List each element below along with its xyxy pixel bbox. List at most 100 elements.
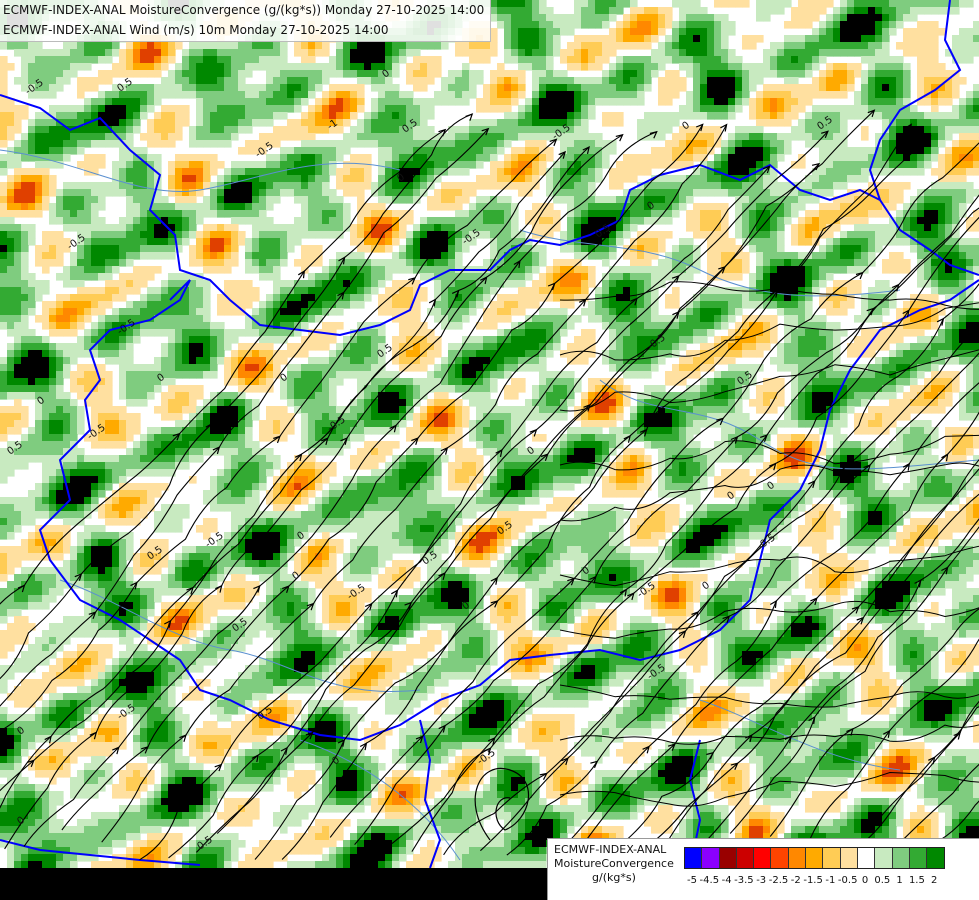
field-cell — [686, 154, 694, 162]
field-cell — [91, 98, 99, 106]
field-cell — [756, 91, 764, 99]
field-cell — [336, 203, 344, 211]
field-cell — [329, 217, 337, 225]
field-cell — [420, 126, 428, 134]
field-cell — [924, 119, 932, 127]
field-cell — [175, 280, 183, 288]
field-cell — [700, 147, 708, 155]
field-cell — [322, 154, 330, 162]
field-cell — [231, 56, 239, 64]
field-cell — [84, 217, 92, 225]
field-cell — [434, 287, 442, 295]
field-cell — [427, 77, 435, 85]
field-cell — [77, 84, 85, 92]
field-cell — [273, 126, 281, 134]
field-cell — [630, 70, 638, 78]
field-cell — [539, 217, 547, 225]
field-cell — [70, 42, 78, 50]
field-cell — [259, 252, 267, 260]
field-cell — [770, 224, 778, 232]
field-cell — [798, 7, 806, 15]
field-cell — [609, 28, 617, 36]
field-cell — [112, 140, 120, 148]
field-cell — [252, 210, 260, 218]
field-cell — [658, 126, 666, 134]
field-cell — [301, 77, 309, 85]
field-cell — [973, 259, 979, 267]
field-cell — [840, 252, 848, 260]
field-cell — [588, 63, 596, 71]
field-cell — [399, 294, 407, 302]
field-cell — [56, 189, 64, 197]
field-cell — [784, 140, 792, 148]
field-cell — [189, 175, 197, 183]
field-cell — [665, 189, 673, 197]
field-cell — [413, 224, 421, 232]
field-cell — [238, 203, 246, 211]
field-cell — [903, 0, 911, 8]
field-cell — [217, 119, 225, 127]
field-cell — [189, 77, 197, 85]
field-cell — [287, 224, 295, 232]
field-cell — [679, 63, 687, 71]
field-cell — [700, 28, 708, 36]
field-cell — [854, 280, 862, 288]
field-cell — [70, 203, 78, 211]
field-cell — [350, 280, 358, 288]
field-cell — [112, 231, 120, 239]
field-cell — [910, 224, 918, 232]
field-cell — [259, 301, 267, 309]
field-cell — [875, 98, 883, 106]
field-cell — [196, 112, 204, 120]
field-cell — [133, 245, 141, 253]
field-cell — [945, 154, 953, 162]
field-cell — [714, 91, 722, 99]
field-cell — [959, 273, 967, 281]
field-cell — [924, 210, 932, 218]
field-cell — [77, 259, 85, 267]
field-cell — [903, 49, 911, 57]
field-cell — [728, 49, 736, 57]
field-cell — [483, 91, 491, 99]
field-cell — [21, 266, 29, 274]
field-cell — [637, 63, 645, 71]
field-cell — [910, 49, 918, 57]
field-cell — [721, 35, 729, 43]
field-cell — [630, 98, 638, 106]
field-cell — [973, 245, 979, 253]
field-cell — [476, 70, 484, 78]
field-cell — [287, 245, 295, 253]
field-cell — [322, 294, 330, 302]
field-cell — [91, 56, 99, 64]
field-cell — [693, 21, 701, 29]
field-cell — [518, 273, 526, 281]
field-cell — [532, 63, 540, 71]
field-cell — [476, 210, 484, 218]
field-cell — [434, 280, 442, 288]
field-cell — [224, 280, 232, 288]
field-cell — [805, 7, 813, 15]
field-cell — [735, 203, 743, 211]
field-cell — [812, 259, 820, 267]
field-cell — [210, 42, 218, 50]
field-cell — [476, 175, 484, 183]
field-cell — [49, 105, 57, 113]
field-cell — [539, 161, 547, 169]
field-cell — [28, 308, 36, 316]
field-cell — [259, 42, 267, 50]
field-cell — [133, 161, 141, 169]
field-cell — [959, 259, 967, 267]
field-cell — [896, 168, 904, 176]
field-cell — [798, 126, 806, 134]
field-cell — [126, 133, 134, 141]
field-cell — [553, 210, 561, 218]
field-cell — [266, 91, 274, 99]
field-cell — [217, 224, 225, 232]
field-cell — [392, 266, 400, 274]
field-cell — [630, 154, 638, 162]
field-cell — [574, 182, 582, 190]
field-cell — [525, 42, 533, 50]
field-cell — [679, 161, 687, 169]
field-cell — [427, 126, 435, 134]
field-cell — [280, 70, 288, 78]
